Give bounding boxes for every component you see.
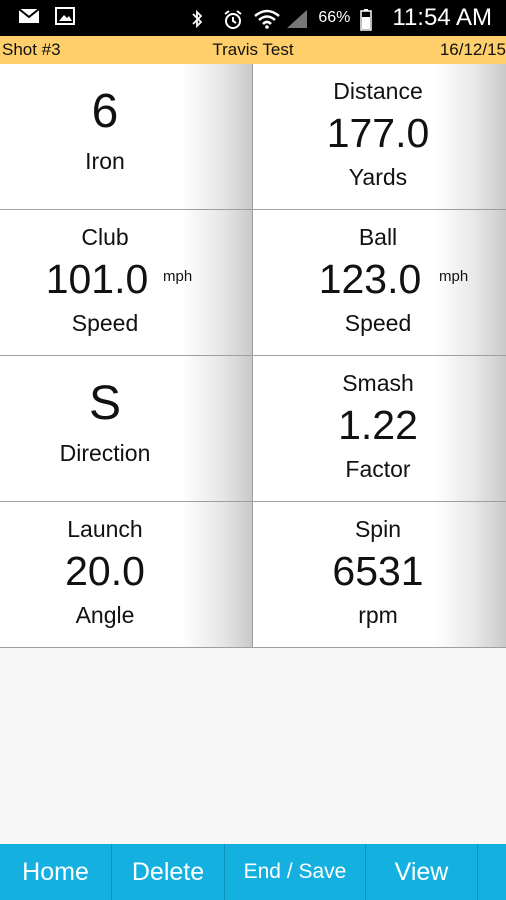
club-number: 6 [91, 85, 119, 138]
club-speed-cell[interactable]: Club 101.0 mph Speed [0, 210, 253, 356]
shot-data-grid: 6 Iron Distance 177.0 Yards Club 101.0 m… [0, 64, 506, 648]
view-button[interactable]: View [366, 844, 478, 900]
player-name: Travis Test [212, 40, 294, 59]
launch-title: Launch [67, 516, 143, 542]
smash-label: Factor [345, 456, 411, 482]
battery-percent: 66% [318, 9, 351, 26]
gmail-icon [18, 7, 40, 25]
direction-label: Direction [59, 440, 151, 466]
end-save-button[interactable]: End / Save [225, 844, 366, 900]
bottom-nav: Home Delete End / Save View [0, 844, 506, 900]
status-right: 66% 11:54 AM [190, 4, 492, 32]
wifi-icon [254, 9, 281, 29]
ball-speed-cell[interactable]: Ball 123.0 mph Speed [253, 210, 506, 356]
clock: 11:54 AM [392, 4, 492, 31]
signal-icon [286, 9, 308, 28]
direction-cell[interactable]: S Direction [0, 356, 253, 502]
alarm-icon [222, 9, 244, 29]
spin-value: 6531 [332, 548, 424, 594]
home-button[interactable]: Home [0, 844, 112, 900]
status-left-icons [18, 7, 76, 25]
distance-cell[interactable]: Distance 177.0 Yards [253, 64, 506, 210]
shot-info-bar: Shot #3 Travis Test 16/12/15 [0, 36, 506, 65]
distance-unit: Yards [348, 164, 408, 190]
smash-factor-cell[interactable]: Smash 1.22 Factor [253, 356, 506, 502]
ball-speed-label: Speed [344, 310, 412, 336]
club-speed-title: Club [81, 224, 129, 250]
shot-date: 16/12/15 [439, 40, 506, 59]
delete-button[interactable]: Delete [112, 844, 225, 900]
spin-cell[interactable]: Spin 6531 rpm [253, 502, 506, 648]
spin-unit: rpm [358, 602, 398, 628]
club-speed-unit: mph [163, 268, 193, 285]
distance-title: Distance [333, 78, 423, 104]
gallery-icon [54, 7, 76, 25]
launch-value: 20.0 [65, 548, 145, 594]
bluetooth-icon [190, 9, 212, 29]
club-speed-label: Speed [71, 310, 139, 336]
club-type: Iron [85, 148, 125, 174]
smash-value: 1.22 [338, 402, 418, 448]
direction-value: S [88, 377, 121, 430]
ball-speed-unit: mph [439, 268, 469, 285]
spin-title: Spin [354, 516, 402, 542]
launch-label: Angle [75, 602, 135, 628]
nav-overflow[interactable] [478, 844, 506, 900]
club-cell[interactable]: 6 Iron [0, 64, 253, 210]
smash-title: Smash [342, 370, 414, 396]
battery-icon [360, 9, 382, 31]
distance-value: 177.0 [326, 110, 430, 156]
launch-angle-cell[interactable]: Launch 20.0 Angle [0, 502, 253, 648]
ball-speed-title: Ball [358, 224, 398, 250]
status-bar: 66% 11:54 AM [0, 0, 506, 36]
